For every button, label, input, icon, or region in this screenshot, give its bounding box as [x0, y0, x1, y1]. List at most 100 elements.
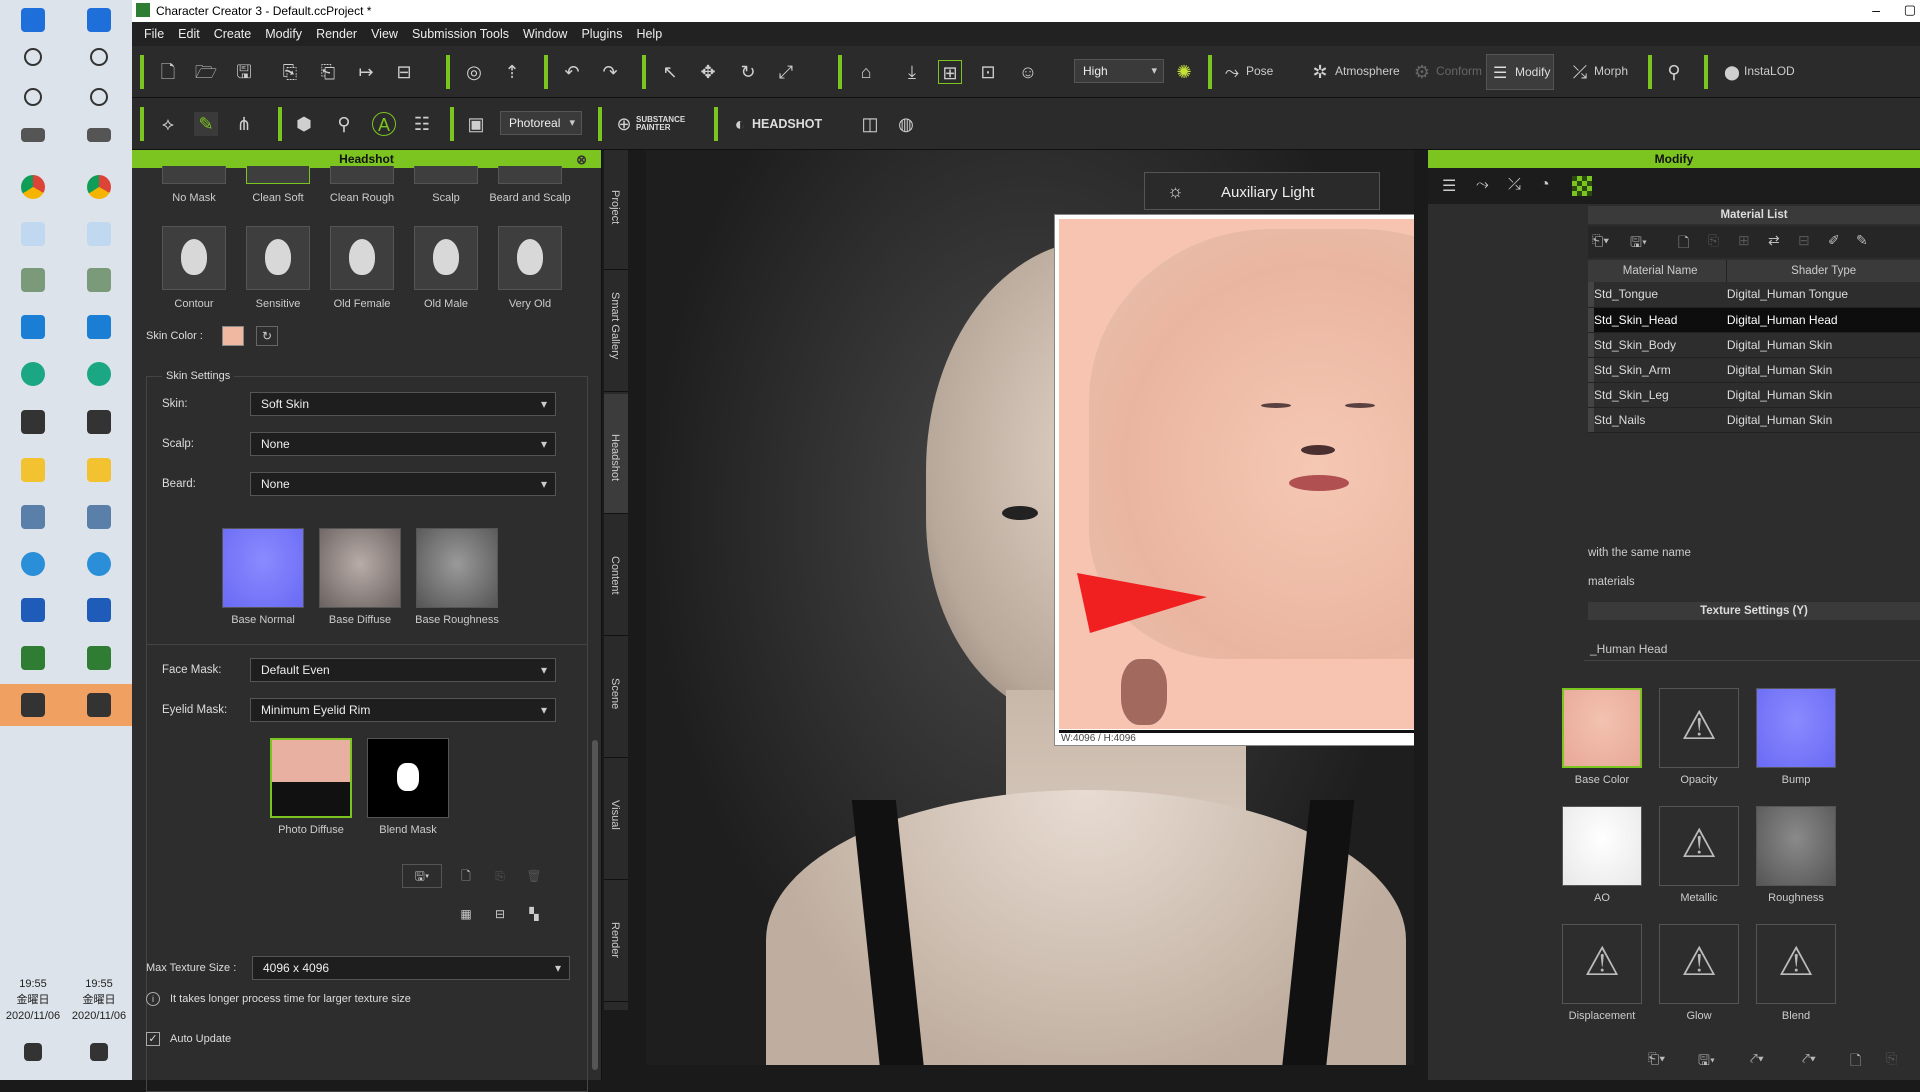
displacement-slot[interactable]: ⚠ [1562, 924, 1642, 1004]
character-icon[interactable]: ⚲ [1662, 60, 1686, 84]
base-normal-map[interactable] [222, 528, 304, 608]
menu-create[interactable]: Create [214, 27, 252, 41]
auto-icon[interactable]: A [372, 112, 396, 136]
preset-old-male[interactable] [414, 226, 478, 290]
ie-icon[interactable] [21, 552, 45, 576]
3d-viewport[interactable]: ☼ Auxiliary Light W:4096 / H:4096 [646, 150, 1414, 1065]
share-2-icon[interactable]: ⤤▾ [1802, 1050, 1816, 1067]
chrome-icon[interactable] [87, 175, 111, 199]
pick-parent-icon[interactable]: ⊞ [938, 60, 962, 84]
menu-render[interactable]: Render [316, 27, 357, 41]
cc3-icon[interactable] [87, 646, 111, 670]
menu-submission-tools[interactable]: Submission Tools [412, 27, 509, 41]
menu-modify[interactable]: Modify [265, 27, 302, 41]
export-icon[interactable]: ↦ [354, 60, 378, 84]
split-icon[interactable]: ⊟ [488, 902, 512, 926]
save-icon[interactable]: 🖫 [232, 60, 256, 84]
render-mode-dropdown[interactable]: Photoreal [500, 111, 582, 135]
new-icon[interactable]: 🗋 [1678, 232, 1689, 256]
export-2-icon[interactable]: ⊟ [392, 60, 416, 84]
calculator-icon[interactable] [87, 505, 111, 529]
home-icon[interactable]: ⌂ [854, 60, 878, 84]
substance-label[interactable]: SUBSTANCE PAINTER [636, 116, 692, 132]
select-arrow-icon[interactable]: ↖ [658, 60, 682, 84]
tab-scene[interactable]: Scene [604, 638, 628, 758]
app-icon[interactable] [87, 268, 111, 292]
eyelid-mask-select[interactable]: Minimum Eyelid Rim [250, 698, 556, 722]
face-icon[interactable]: ☺ [1016, 60, 1040, 84]
tab-headshot[interactable]: Headshot [604, 394, 628, 514]
globe-icon[interactable]: ◎ [462, 60, 486, 84]
calculator-icon[interactable] [21, 505, 45, 529]
import-2-icon[interactable]: ⎗ [316, 60, 340, 84]
materials-option[interactable]: materials [1588, 576, 1635, 588]
mail-icon[interactable] [87, 315, 111, 339]
quality-dropdown[interactable]: High [1074, 59, 1164, 83]
chrome-icon[interactable] [21, 175, 45, 199]
layout-icon[interactable]: ▣ [464, 112, 488, 136]
auto-update-checkbox[interactable]: ✓ [146, 1032, 160, 1046]
edit-mesh-icon[interactable]: ⟡ [156, 112, 180, 136]
preset-old-female[interactable] [330, 226, 394, 290]
adjust-icon[interactable]: ☷ [410, 112, 434, 136]
swap-icon[interactable]: ⇄ [1768, 232, 1780, 249]
table-row[interactable]: Std_Tongue Digital_Human Tongue [1588, 282, 1920, 307]
table-row-selected[interactable]: Std_Skin_Head Digital_Human Head [1588, 307, 1920, 332]
beard-select[interactable]: None [250, 472, 556, 496]
morph-label[interactable]: Morph [1594, 64, 1628, 78]
same-name-option[interactable]: with the same name [1588, 547, 1691, 559]
head-icon[interactable]: ◫ [858, 112, 882, 136]
redo-icon[interactable]: ↷ [598, 60, 622, 84]
load-icon[interactable]: ⎗▾ [1592, 232, 1609, 249]
notification-icon[interactable] [24, 1043, 42, 1061]
light-icon[interactable]: ✺ [1172, 60, 1196, 84]
skin-select[interactable]: Soft Skin [250, 392, 556, 416]
app-icon[interactable] [21, 268, 45, 292]
move-icon[interactable]: ✥ [696, 60, 720, 84]
snip-icon[interactable] [21, 222, 45, 246]
load-texture-icon[interactable]: ⎗▾ [1648, 1050, 1665, 1067]
tab-visual[interactable]: Visual [604, 760, 628, 880]
ao-slot[interactable] [1562, 806, 1642, 886]
modify-button[interactable]: ☰ Modify [1486, 54, 1554, 90]
eyedropper-icon[interactable]: ✐ [1828, 232, 1840, 249]
preset-thumb[interactable] [162, 166, 226, 184]
table-row[interactable]: Std_Nails Digital_Human Skin [1588, 407, 1920, 432]
import-icon[interactable]: ⎘ [278, 60, 302, 84]
app2-icon[interactable] [21, 693, 45, 717]
windows-start-icon[interactable] [87, 8, 111, 32]
menu-help[interactable]: Help [636, 27, 662, 41]
menu-window[interactable]: Window [523, 27, 567, 41]
new-icon[interactable]: 🗋 [454, 864, 478, 888]
word-icon[interactable] [87, 598, 111, 622]
preset-thumb[interactable] [414, 166, 478, 184]
base-roughness-map[interactable] [416, 528, 498, 608]
explorer-icon[interactable] [87, 458, 111, 482]
texture-tab-icon[interactable] [1572, 176, 1592, 196]
menu-view[interactable]: View [371, 27, 398, 41]
cortana-icon[interactable] [24, 88, 42, 106]
morph-icon[interactable]: ⤰ [1568, 60, 1592, 84]
task-view-icon[interactable] [87, 128, 111, 142]
bump-slot[interactable] [1756, 688, 1836, 768]
sliders-icon[interactable]: ☰ [1442, 176, 1456, 196]
tab-smart-gallery[interactable]: Smart Gallery [604, 272, 628, 392]
preset-sensitive[interactable] [246, 226, 310, 290]
upload-icon[interactable]: ⇡ [500, 60, 524, 84]
preset-very-old[interactable] [498, 226, 562, 290]
checker-icon[interactable]: ▚ [522, 902, 546, 926]
search-icon[interactable] [24, 48, 42, 66]
base-diffuse-map[interactable] [319, 528, 401, 608]
instalod-icon[interactable]: ⬤ [1720, 60, 1744, 84]
cube-icon[interactable]: ⬢ [292, 112, 316, 136]
cc3-icon[interactable] [21, 646, 45, 670]
close-icon[interactable]: ⊗ [576, 151, 587, 169]
atmosphere-icon[interactable]: ✲ [1308, 60, 1332, 84]
menu-plugins[interactable]: Plugins [581, 27, 622, 41]
menu-file[interactable]: File [144, 27, 164, 41]
save-map-icon[interactable]: 🖫▾ [402, 864, 442, 888]
new-file-icon[interactable]: 🗋 [156, 60, 180, 84]
pose-icon[interactable]: ⤳ [1220, 60, 1244, 84]
app2-icon[interactable] [87, 693, 111, 717]
pose-tab-icon[interactable]: ⤳ [1476, 176, 1489, 194]
